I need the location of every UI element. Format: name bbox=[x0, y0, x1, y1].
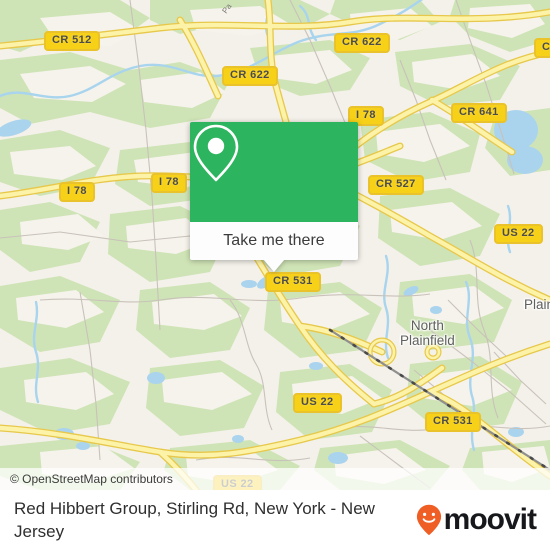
road-shield-cr-622-a: CR 622 bbox=[222, 66, 278, 86]
map-pin-icon bbox=[193, 124, 239, 182]
road-shield-cr-531-b: CR 531 bbox=[425, 412, 481, 432]
map-attribution-bar: © OpenStreetMap contributors bbox=[0, 468, 550, 490]
moovit-smiling-pin-icon bbox=[416, 504, 441, 536]
road-shield-cr-edge: CR 5 bbox=[534, 38, 550, 58]
place-label-line-2: Plainfield bbox=[400, 333, 455, 348]
road-shield-cr-531-a: CR 531 bbox=[265, 272, 321, 292]
road-shield-cr-622-b: CR 622 bbox=[334, 33, 390, 53]
moovit-logo[interactable]: moovit bbox=[416, 503, 537, 536]
popup-card-image bbox=[190, 122, 358, 222]
place-label-north-plainfield: North Plainfield bbox=[400, 318, 455, 348]
road-shield-cr-641: CR 641 bbox=[451, 103, 507, 123]
popup-card-pointer bbox=[263, 259, 285, 272]
moovit-wordmark: moovit bbox=[443, 503, 537, 536]
place-label-line-1: North bbox=[410, 318, 444, 333]
location-title: Red Hibbert Group, Stirling Rd, New York… bbox=[14, 499, 375, 541]
screenshot-frame: CR 512 CR 622 CR 622 I 78 CR 641 CR 5 I … bbox=[0, 0, 550, 550]
place-label-plainfield: Plain bbox=[524, 297, 550, 312]
destination-popup-card[interactable]: Take me there bbox=[190, 122, 358, 272]
attribution-text: © OpenStreetMap contributors bbox=[10, 472, 173, 486]
road-shield-i-78-b: I 78 bbox=[59, 182, 95, 202]
footer-caption-bar: Red Hibbert Group, Stirling Rd, New York… bbox=[0, 490, 550, 550]
road-shield-us-22-a: US 22 bbox=[494, 224, 543, 244]
map-canvas[interactable]: CR 512 CR 622 CR 622 I 78 CR 641 CR 5 I … bbox=[0, 0, 550, 490]
road-shield-cr-527: CR 527 bbox=[368, 175, 424, 195]
road-shield-cr-512: CR 512 bbox=[44, 31, 100, 51]
road-shield-us-22-b: US 22 bbox=[293, 393, 342, 413]
take-me-there-button[interactable]: Take me there bbox=[190, 222, 358, 260]
take-me-there-label: Take me there bbox=[223, 232, 325, 249]
road-shield-i-78-c: I 78 bbox=[151, 173, 187, 193]
place-label-line-1: Plain bbox=[524, 297, 550, 312]
